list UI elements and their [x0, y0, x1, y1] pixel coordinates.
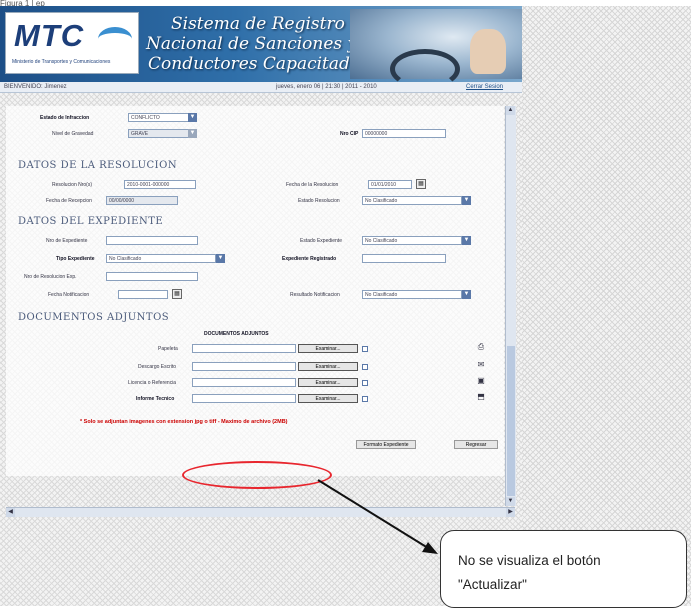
nro-resolucion-exp-field[interactable]: [106, 272, 198, 281]
system-title: Sistema de Registro Nacional de Sancione…: [146, 14, 369, 74]
application-screenshot: MTC Ministerio de Transportes y Comunica…: [0, 6, 522, 606]
scroll-right-icon[interactable]: ▶: [506, 508, 515, 517]
licencia-file-input[interactable]: [192, 378, 296, 387]
estado-resolucion-label: Estado Resolucion: [298, 198, 340, 204]
descargo-checkbox[interactable]: [362, 364, 368, 370]
nro-resolucion-field[interactable]: 2010-0001-000000: [124, 180, 196, 189]
papeleta-label: Papeleta: [158, 346, 178, 352]
nivel-gravedad-label: Nivel de Gravedad: [52, 131, 94, 137]
informe-file-input[interactable]: [192, 394, 296, 403]
fecha-notificacion-label: Fecha Notificacion: [48, 292, 90, 298]
estado-expediente-label: Estado Expediente: [300, 238, 342, 244]
scroll-up-icon[interactable]: ▲: [506, 106, 515, 115]
driver-photo: [350, 9, 522, 89]
nro-resolucion-label: Resolucion Nro(s): [52, 182, 93, 188]
export-icon[interactable]: ⬒: [476, 392, 486, 402]
estado-resolucion-select[interactable]: No Clasificado: [362, 196, 462, 205]
welcome-user: BIENVENIDO: Jimenez: [4, 84, 67, 90]
user-info-bar: BIENVENIDO: Jimenez jueves, enero 06 | 2…: [0, 82, 522, 93]
descargo-file-input[interactable]: [192, 362, 296, 371]
papeleta-checkbox[interactable]: [362, 346, 368, 352]
scroll-thumb[interactable]: [507, 346, 515, 496]
chevron-down-icon[interactable]: ▼: [462, 196, 471, 205]
logo-swoosh-icon: [98, 27, 132, 51]
estado-expediente-select[interactable]: No Clasificado: [362, 236, 462, 245]
fecha-resolucion-field[interactable]: 01/01/2010: [368, 180, 412, 189]
scroll-left-icon[interactable]: ◀: [6, 508, 15, 517]
descargo-browse-button[interactable]: Examinar...: [298, 362, 358, 371]
regresar-button[interactable]: Regresar: [454, 440, 498, 449]
email-icon[interactable]: ✉: [476, 360, 486, 370]
expediente-registrado-label: Expediente Registrado: [282, 256, 337, 262]
chevron-down-icon[interactable]: ▼: [216, 254, 225, 263]
file-format-warning: * Solo se adjuntan imagenes con extensio…: [80, 419, 288, 425]
nro-cip-label: Nro CIP: [340, 131, 359, 137]
section-title-documentos: DOCUMENTOS ADJUNTOS: [18, 312, 170, 323]
fecha-notificacion-field[interactable]: [118, 290, 168, 299]
chevron-down-icon[interactable]: ▼: [462, 290, 471, 299]
tipo-expediente-label: Tipo Expediente: [56, 256, 95, 262]
licencia-browse-button[interactable]: Examinar...: [298, 378, 358, 387]
print-icon[interactable]: ⎙: [476, 342, 486, 352]
resultado-notificacion-select[interactable]: No Clasificado: [362, 290, 462, 299]
section-title-expediente: DATOS DEL EXPEDIENTE: [18, 216, 164, 227]
missing-button-highlight: [182, 461, 332, 489]
nivel-gravedad-field[interactable]: GRAVE: [128, 129, 190, 138]
expediente-registrado-field[interactable]: [362, 254, 446, 263]
licencia-checkbox[interactable]: [362, 380, 368, 386]
calendar-icon[interactable]: ▦: [172, 289, 182, 299]
mtc-logo: MTC Ministerio de Transportes y Comunica…: [5, 12, 139, 74]
informe-checkbox[interactable]: [362, 396, 368, 402]
fecha-resolucion-label: Fecha de la Resolucion: [286, 182, 339, 188]
estado-infraccion-select[interactable]: CONFLICTO: [128, 113, 190, 122]
tipo-expediente-select[interactable]: No Clasificado: [106, 254, 216, 263]
title-line-2: Nacional de Sanciones y: [146, 34, 358, 54]
header-banner: MTC Ministerio de Transportes y Comunica…: [0, 6, 522, 89]
informe-browse-button[interactable]: Examinar...: [298, 394, 358, 403]
horizontal-scrollbar[interactable]: ◀ ▶: [6, 507, 515, 517]
vertical-scrollbar[interactable]: ▲ ▼: [505, 106, 516, 506]
nro-resolucion-exp-label: Nro de Resolucion Exp.: [24, 274, 77, 280]
descargo-label: Descargo Escrito: [138, 364, 177, 370]
driver-figure: [470, 29, 506, 74]
chevron-down-icon[interactable]: ▼: [462, 236, 471, 245]
chevron-down-icon[interactable]: ▼: [188, 113, 197, 122]
documentos-subtitle: DOCUMENTOS ADJUNTOS: [204, 331, 269, 337]
logo-subtitle: Ministerio de Transportes y Comunicacion…: [12, 59, 111, 65]
calendar-icon[interactable]: ▦: [416, 179, 426, 189]
estado-infraccion-label: Estado de Infraccion: [40, 115, 90, 121]
callout-line-2: "Actualizar": [458, 577, 527, 592]
background-pattern: [522, 6, 691, 606]
papeleta-file-input[interactable]: [192, 344, 296, 353]
annotation-callout: No se visualiza el botón "Actualizar": [440, 530, 687, 608]
chevron-down-icon[interactable]: ▼: [188, 129, 197, 138]
formato-expediente-button[interactable]: Formato Expediente: [356, 440, 416, 449]
current-date: jueves, enero 06 | 21:30 | 2011 - 2010: [276, 84, 377, 90]
scroll-down-icon[interactable]: ▼: [506, 497, 515, 506]
title-line-1: Sistema de Registro: [171, 14, 345, 34]
resultado-notificacion-label: Resultado Notificacion: [290, 292, 340, 298]
section-title-resolucion: DATOS DE LA RESOLUCION: [18, 160, 178, 171]
logout-link[interactable]: Cerrar Sesion: [466, 82, 503, 92]
fecha-recepcion-field[interactable]: 00/00/0000: [106, 196, 178, 205]
logo-text: MTC: [14, 18, 85, 53]
title-line-3: Conductores Capacitados: [148, 54, 369, 74]
callout-line-1: No se visualiza el botón: [458, 553, 601, 568]
papeleta-browse-button[interactable]: Examinar...: [298, 344, 358, 353]
save-icon[interactable]: ▣: [476, 376, 486, 386]
licencia-label: Licencia o Referencia: [128, 380, 177, 386]
fecha-recepcion-label: Fecha de Recepcion: [46, 198, 92, 204]
nro-expediente-field[interactable]: [106, 236, 198, 245]
nro-expediente-label: Nro de Expediente: [46, 238, 88, 244]
nro-cip-field[interactable]: 00000000: [362, 129, 446, 138]
informe-label: Informe Tecnico: [136, 396, 175, 402]
